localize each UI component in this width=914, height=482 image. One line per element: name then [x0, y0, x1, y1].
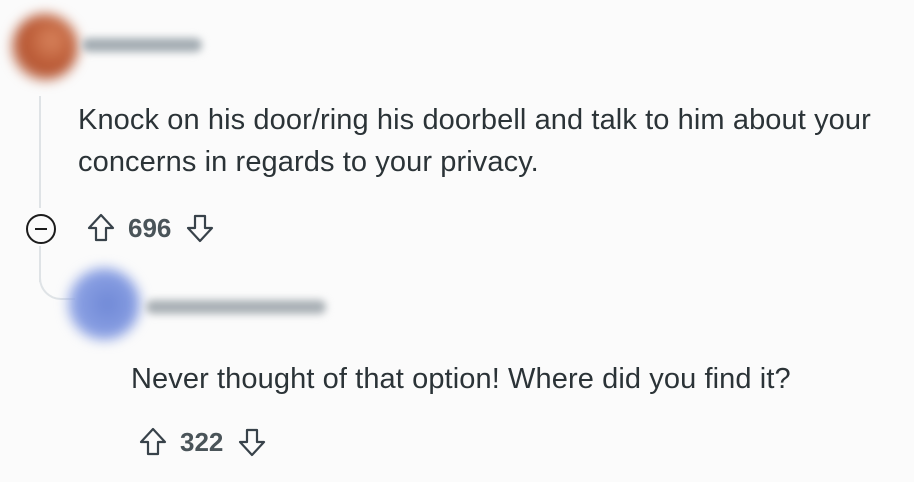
collapse-minus-icon	[35, 228, 47, 230]
upvote-arrow-icon[interactable]	[86, 212, 116, 244]
vote-score: 696	[128, 212, 172, 243]
vote-bar: 696	[86, 208, 215, 248]
upvote-arrow-icon[interactable]	[138, 426, 168, 458]
vote-bar: 322	[138, 422, 267, 462]
comment-body: Never thought of that option! Where did …	[131, 363, 791, 395]
collapse-button[interactable]	[26, 214, 56, 244]
avatar[interactable]	[68, 268, 140, 340]
downvote-arrow-icon[interactable]	[185, 212, 215, 244]
vote-score: 322	[180, 426, 224, 457]
downvote-arrow-icon[interactable]	[237, 426, 267, 458]
comment-body: Knock on his door/ring his doorbell and …	[78, 104, 871, 178]
thread-line-main	[39, 96, 41, 208]
avatar[interactable]	[12, 14, 78, 80]
username[interactable]	[146, 300, 326, 314]
username[interactable]	[82, 38, 202, 52]
